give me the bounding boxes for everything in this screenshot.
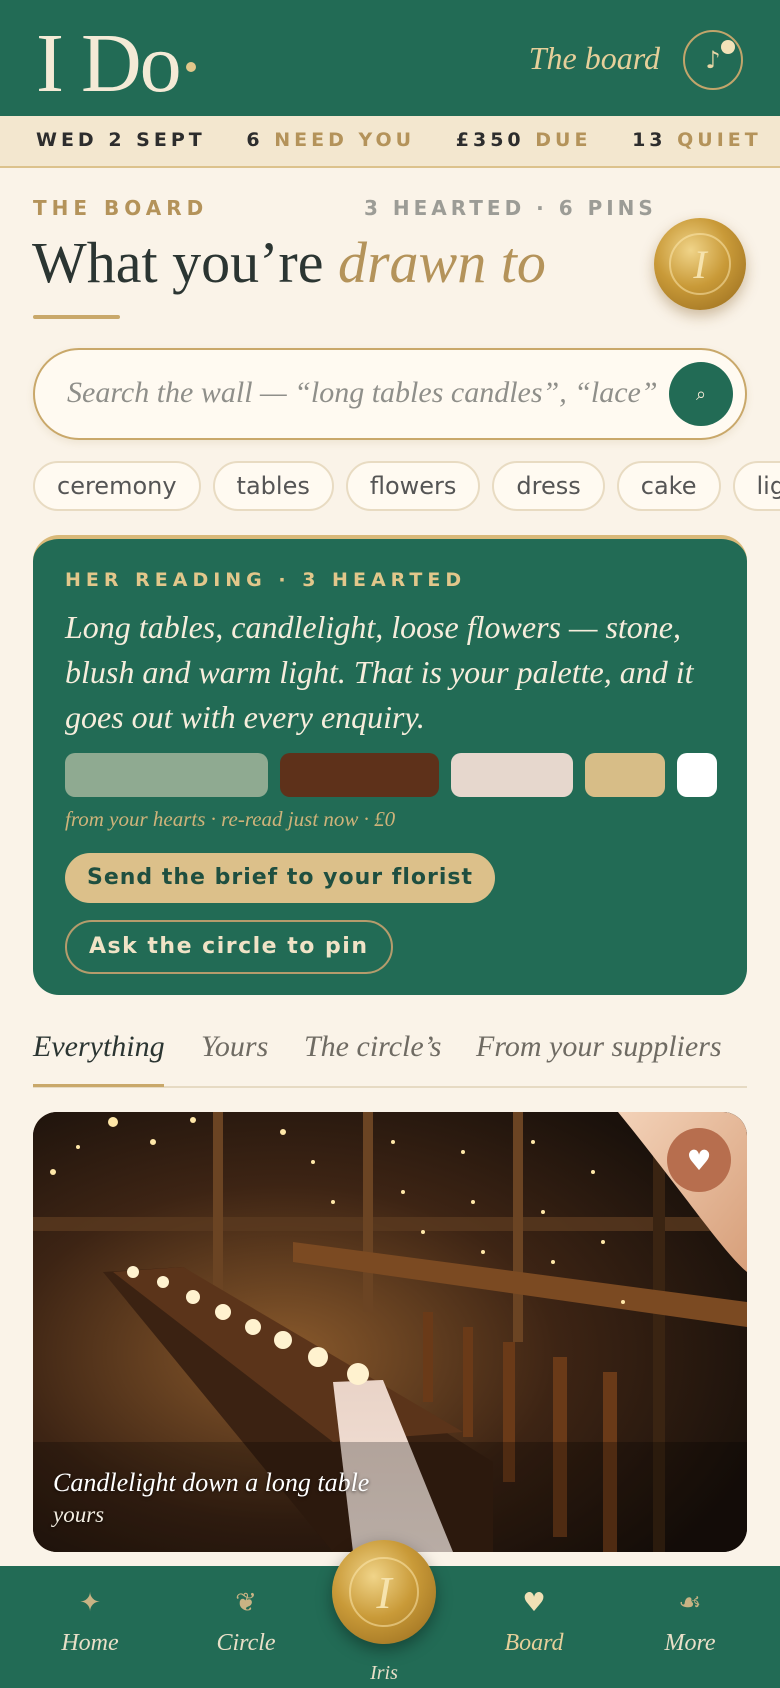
circle-flower-icon: ❦ (235, 1588, 257, 1618)
music-button[interactable]: ♪ (683, 30, 743, 90)
ticker-quiet-count: 13 (632, 129, 667, 151)
nav-home-label: Home (61, 1630, 119, 1656)
heart-button[interactable]: ♥ (667, 1128, 731, 1192)
ticker-date: WED 2 SEPT (36, 129, 206, 151)
pin-card[interactable]: ♥ Candlelight down a long table yours (33, 1112, 747, 1552)
nav-seal-letter: I (349, 1557, 419, 1627)
reading-eyebrow: HER READING · 3 HEARTED (65, 569, 467, 591)
ticker-need-label: NEED YOU (274, 129, 416, 151)
title-underline (33, 315, 120, 319)
nav-iris-label: Iris (370, 1662, 398, 1684)
pin-caption: Candlelight down a long table (53, 1468, 370, 1497)
palette-swatch-5[interactable] (677, 753, 717, 797)
ticker-due-amount: £350 (455, 129, 525, 151)
nav-circle[interactable]: ❦ Circle (186, 1586, 306, 1657)
nav-home[interactable]: ✦ Home (30, 1586, 150, 1657)
nav-more[interactable]: ☙ More (630, 1586, 750, 1657)
tab-suppliers[interactable]: From your suppliers (476, 1030, 722, 1064)
nav-board[interactable]: ♥ Board (474, 1586, 594, 1657)
tab-everything[interactable]: Everything (33, 1030, 165, 1064)
top-bar: I Do The board ♪ (0, 0, 780, 116)
heart-icon: ♥ (686, 1143, 712, 1177)
page-title-accent: drawn to (337, 230, 546, 295)
tab-yours[interactable]: Yours (201, 1030, 268, 1064)
header-title: The board (528, 40, 660, 76)
more-leaf-icon: ☙ (678, 1588, 702, 1618)
reading-card: HER READING · 3 HEARTED Long tables, can… (33, 535, 747, 995)
palette-swatch-1[interactable] (65, 753, 268, 797)
board-stats: 3 HEARTED · 6 PINS (364, 196, 657, 220)
wax-seal-badge[interactable]: I (654, 218, 746, 310)
board-tabs: Everything Yours The circle’s From your … (33, 1030, 747, 1088)
app-logo[interactable]: I Do (36, 22, 182, 106)
nav-circle-label: Circle (216, 1630, 276, 1656)
reading-text: Long tables, candlelight, loose flowers … (65, 609, 694, 735)
music-note-icon: ♪ (705, 46, 721, 74)
chip-ceremony[interactable]: ceremony (33, 461, 201, 511)
seal-letter: I (669, 233, 731, 295)
nav-iris-seal-button[interactable]: I (332, 1540, 436, 1644)
palette-swatch-3[interactable] (451, 753, 574, 797)
nav-more-label: More (664, 1630, 716, 1656)
chip-tables[interactable]: tables (212, 461, 334, 511)
ticker-items: WED 2 SEPT 6 NEED YOU £350 DUE 13 QUIET … (36, 129, 780, 151)
home-sparkle-icon: ✦ (79, 1588, 101, 1618)
send-brief-button[interactable]: Send the brief to your florist (65, 853, 496, 903)
search-input[interactable]: Search the wall — “long tables candles”,… (67, 376, 658, 410)
board-heart-icon: ♥ (522, 1588, 546, 1618)
pin-owner: yours (53, 1502, 105, 1527)
page-title: What you’re drawn to (32, 228, 546, 298)
reading-note: from your hearts · re-read just now · £0 (65, 807, 396, 831)
palette-swatch-4[interactable] (585, 753, 666, 797)
nav-board-label: Board (504, 1630, 564, 1656)
ask-circle-button[interactable]: Ask the circle to pin (65, 920, 393, 974)
search-icon: ⌕ (695, 383, 707, 405)
music-status-dot (721, 40, 735, 54)
page-eyebrow: THE BOARD (33, 196, 209, 220)
chip-dress[interactable]: dress (492, 461, 605, 511)
chip-lighting[interactable]: lig (732, 461, 780, 511)
search-bar[interactable]: Search the wall — “long tables candles”,… (33, 348, 747, 440)
palette-swatch-2[interactable] (279, 753, 440, 797)
status-ticker: WED 2 SEPT 6 NEED YOU £350 DUE 13 QUIET … (0, 116, 780, 168)
ticker-quiet-label: QUIET (677, 129, 762, 151)
chip-cake[interactable]: cake (616, 461, 721, 511)
logo-dot (186, 62, 196, 72)
filter-chips: ceremony tables flowers dress cake lig (33, 461, 780, 513)
search-button[interactable]: ⌕ (669, 362, 733, 426)
palette-swatches (65, 753, 717, 797)
chip-flowers[interactable]: flowers (345, 461, 481, 511)
ticker-due-label: DUE (535, 129, 592, 151)
active-tab-indicator (33, 1084, 164, 1087)
page-title-plain: What you’re (32, 230, 338, 295)
ticker-need-count: 6 (246, 129, 264, 151)
tab-circle[interactable]: The circle’s (304, 1030, 441, 1064)
